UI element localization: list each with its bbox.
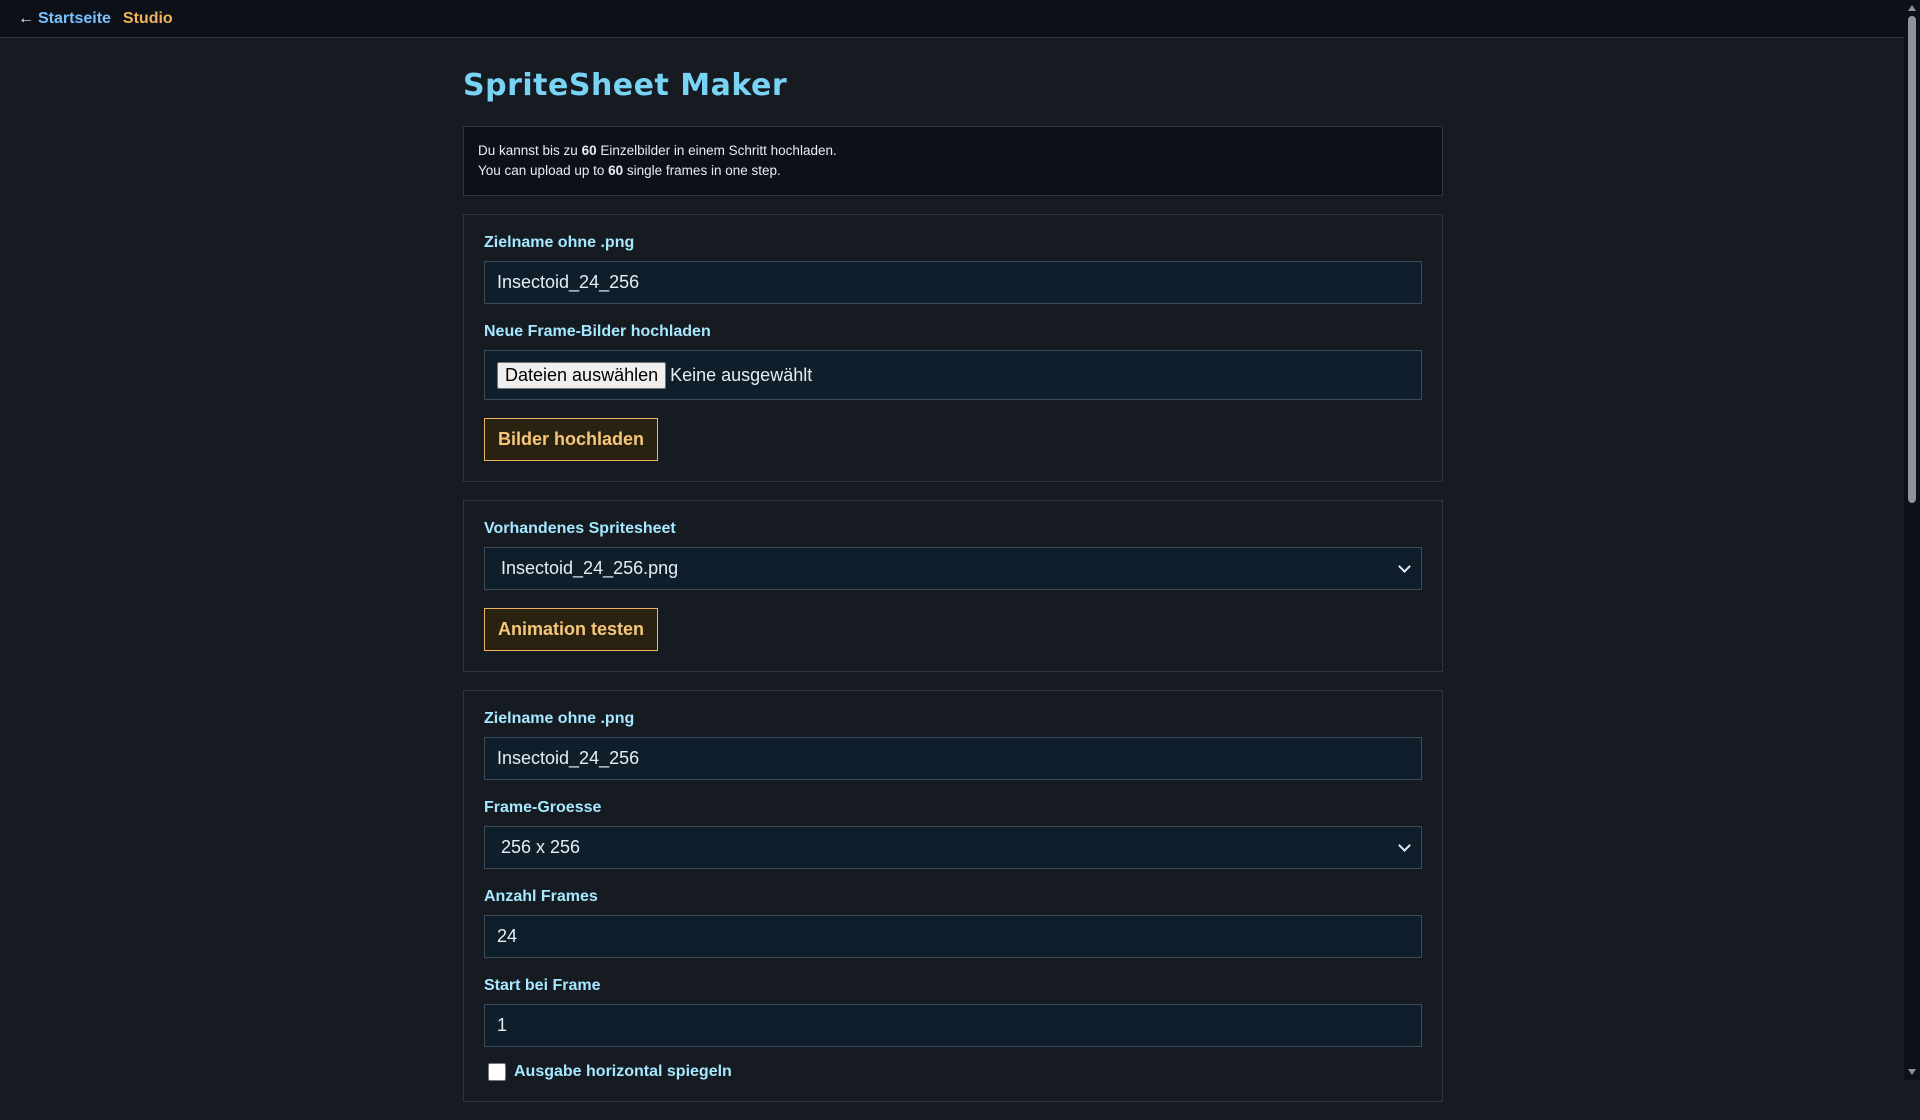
upload-images-button[interactable]: Bilder hochladen	[484, 418, 659, 461]
choose-files-button[interactable]: Dateien auswählen	[497, 361, 667, 389]
build-name-label: Zielname ohne .png	[484, 710, 635, 727]
frame-size-label: Frame-Groesse	[484, 799, 602, 816]
start-frame-label: Start bei Frame	[484, 977, 601, 994]
scroll-up-icon[interactable]	[1908, 5, 1916, 11]
top-nav-bar: ← Startseite Studio	[0, 0, 1904, 38]
frame-count-label: Anzahl Frames	[484, 888, 598, 905]
upload-info-box: Du kannst bis zu 60 Einzelbilder in eine…	[463, 126, 1443, 196]
page-scrollbar[interactable]	[1904, 0, 1920, 1080]
frame-size-value: 256 x 256	[501, 837, 581, 857]
back-arrow-icon: ←	[18, 9, 34, 27]
build-panel: Zielname ohne .png Frame-Groesse 256 x 2…	[463, 690, 1443, 1102]
existing-sheet-select[interactable]: Insectoid_24_256.png	[484, 547, 1422, 590]
build-name-input[interactable]	[484, 737, 1422, 780]
chevron-down-icon	[1398, 839, 1411, 852]
mirror-checkbox[interactable]	[488, 1063, 506, 1081]
file-picker: Dateien auswählen Keine ausgewählt	[484, 350, 1422, 400]
nav-studio-link[interactable]: Studio	[123, 10, 173, 28]
chevron-down-icon	[1398, 560, 1411, 573]
scrollbar-thumb[interactable]	[1908, 16, 1916, 503]
mirror-option: Ausgabe horizontal spiegeln	[484, 1063, 1422, 1081]
existing-sheet-panel: Vorhandenes Spritesheet Insectoid_24_256…	[463, 500, 1443, 672]
upload-name-label: Zielname ohne .png	[484, 234, 635, 251]
main-content: SpriteSheet Maker Du kannst bis zu 60 Ei…	[463, 38, 1443, 1120]
start-frame-input[interactable]	[484, 1004, 1422, 1047]
existing-sheet-label: Vorhandenes Spritesheet	[484, 520, 676, 537]
upload-name-input[interactable]	[484, 261, 1422, 304]
upload-frames-label: Neue Frame-Bilder hochladen	[484, 323, 711, 340]
frame-size-select[interactable]: 256 x 256	[484, 826, 1422, 869]
file-status-text: Keine ausgewählt	[670, 364, 813, 385]
nav-home-link[interactable]: ← Startseite	[18, 10, 111, 28]
frame-count-input[interactable]	[484, 915, 1422, 958]
nav-home-label: Startseite	[38, 9, 111, 27]
upload-panel: Zielname ohne .png Neue Frame-Bilder hoc…	[463, 214, 1443, 482]
info-line-en: You can upload up to 60 single frames in…	[478, 163, 781, 178]
info-line-de: Du kannst bis zu 60 Einzelbilder in eine…	[478, 143, 837, 158]
mirror-label: Ausgabe horizontal spiegeln	[514, 1063, 732, 1080]
page-title: SpriteSheet Maker	[463, 68, 788, 103]
test-animation-button[interactable]: Animation testen	[484, 608, 659, 651]
scroll-down-icon[interactable]	[1908, 1069, 1916, 1075]
existing-sheet-value: Insectoid_24_256.png	[501, 558, 679, 578]
